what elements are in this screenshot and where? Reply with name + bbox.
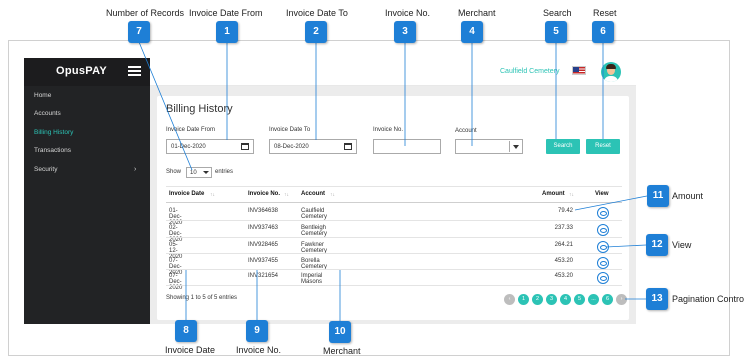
callout-lines	[138, 41, 648, 321]
callout-label-9: Invoice No.	[236, 345, 282, 355]
callout-marker-12: 12	[646, 234, 668, 256]
callout-marker-9: 9	[246, 320, 268, 342]
callout-label-7: Number of Records	[106, 8, 185, 18]
callout-marker-4: 4	[461, 21, 483, 43]
callout-marker-10: 10	[329, 321, 351, 343]
callout-label-2: Invoice Date To	[286, 8, 348, 18]
callout-marker-7: 7	[128, 21, 150, 43]
callout-label-5: Search	[543, 8, 572, 18]
callout-label-3: Invoice No.	[385, 8, 431, 18]
callout-marker-11: 11	[647, 185, 669, 207]
callout-marker-5: 5	[545, 21, 567, 43]
callout-label-12: View	[672, 240, 692, 250]
callout-label-8: Invoice Date	[165, 345, 216, 355]
callout-label-10: Merchant	[323, 346, 361, 356]
callout-label-13: Pagination Control	[672, 294, 744, 304]
callout-marker-1: 1	[216, 21, 238, 43]
callout-label-4: Merchant	[458, 8, 496, 18]
callout-marker-3: 3	[394, 21, 416, 43]
callout-label-1: Invoice Date From	[189, 8, 263, 18]
callout-marker-6: 6	[592, 21, 614, 43]
callout-marker-8: 8	[175, 320, 197, 342]
callout-marker-2: 2	[305, 21, 327, 43]
callout-label-11: Amount	[672, 191, 704, 201]
callout-label-6: Reset	[593, 8, 617, 18]
callout-marker-13: 13	[646, 288, 668, 310]
